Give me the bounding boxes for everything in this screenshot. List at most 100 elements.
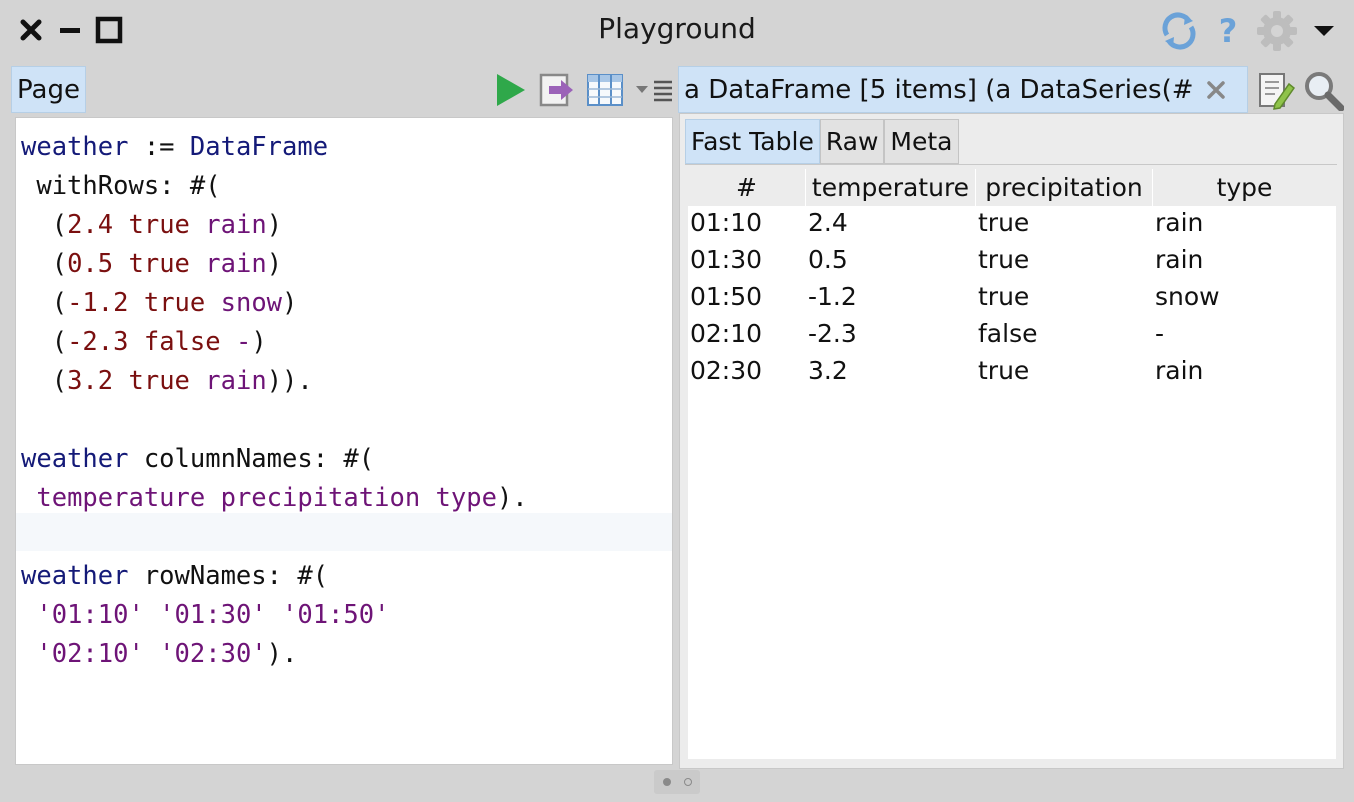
pager-dot-1[interactable] xyxy=(663,778,671,786)
playground-toolbar: Page xyxy=(11,66,675,113)
inspector-view-tabs: Fast Table Raw Meta xyxy=(685,119,959,164)
data-table[interactable]: # temperature precipitation type 01:10 2… xyxy=(688,169,1336,759)
code-token: true xyxy=(128,210,190,240)
code-text[interactable]: weather := DataFrame withRows: #( (2.4 t… xyxy=(21,128,528,674)
cell-row-name: 01:50 xyxy=(690,282,763,311)
cell-temperature: -2.3 xyxy=(808,319,857,348)
cell-type: rain xyxy=(1155,245,1204,274)
code-token: true xyxy=(143,288,206,318)
do-it-and-go-button[interactable] xyxy=(538,70,576,110)
cell-temperature: 3.2 xyxy=(808,356,848,385)
tab-divider xyxy=(685,164,1337,165)
cell-temperature: 2.4 xyxy=(808,208,848,237)
code-token: rain xyxy=(205,249,267,279)
code-token: ( xyxy=(21,249,68,279)
help-button[interactable]: ? xyxy=(1213,10,1243,52)
code-line[interactable]: (-2.3 false -) xyxy=(21,323,528,362)
code-line[interactable]: weather rowNames: #( xyxy=(21,557,528,596)
sync-button[interactable] xyxy=(1157,10,1201,52)
inspect-arrow-icon xyxy=(539,73,573,107)
column-header-type[interactable]: type xyxy=(1153,169,1336,206)
cell-precipitation: true xyxy=(978,245,1030,274)
code-token: rowNames: #( xyxy=(128,561,329,591)
code-token: columnNames: #( xyxy=(128,444,375,474)
code-token: ( xyxy=(21,210,68,240)
code-line[interactable]: (3.2 true rain)). xyxy=(21,362,528,401)
tab-page[interactable]: Page xyxy=(11,66,86,113)
close-inspector-button[interactable] xyxy=(1203,75,1229,105)
edit-button[interactable] xyxy=(1256,68,1296,112)
sync-icon xyxy=(1162,12,1196,50)
run-button[interactable] xyxy=(493,70,529,110)
inspector-title: a DataFrame [5 items] (a DataSeries(#te.… xyxy=(684,75,1194,105)
window-menu-button[interactable] xyxy=(1308,10,1340,52)
code-line[interactable]: temperature precipitation type). xyxy=(21,479,527,518)
code-line[interactable] xyxy=(21,518,528,557)
bindings-table-icon xyxy=(587,74,623,106)
code-line[interactable]: weather columnNames: #( xyxy=(21,440,528,479)
cell-row-name: 01:10 xyxy=(690,208,763,237)
table-row[interactable]: 01:50 -1.2 true snow xyxy=(688,280,1336,317)
pane-pager xyxy=(654,770,700,794)
code-token: rain xyxy=(205,210,267,240)
table-row[interactable]: 02:30 3.2 true rain xyxy=(688,354,1336,391)
code-line[interactable]: weather := DataFrame xyxy=(21,128,528,167)
cell-row-name: 02:30 xyxy=(690,356,763,385)
code-line[interactable]: (2.4 true rain) xyxy=(21,206,528,245)
column-header-temperature[interactable]: temperature xyxy=(806,169,976,206)
code-line[interactable]: withRows: #( xyxy=(21,167,528,206)
code-line[interactable]: '01:10' '01:30' '01:50' xyxy=(21,596,528,635)
code-token: true xyxy=(128,366,190,396)
cell-precipitation: false xyxy=(978,319,1038,348)
tab-fast-table[interactable]: Fast Table xyxy=(685,119,820,164)
table-row[interactable]: 01:10 2.4 true rain xyxy=(688,206,1336,243)
page-menu-button[interactable] xyxy=(631,70,675,110)
code-token: true xyxy=(128,249,190,279)
table-header: # temperature precipitation type xyxy=(688,169,1336,206)
code-token: ) xyxy=(266,210,283,240)
code-line[interactable]: '02:10' '02:30'). xyxy=(21,635,528,674)
help-icon: ? xyxy=(1218,12,1238,50)
code-token: weather xyxy=(21,444,129,474)
inspector-header-tab[interactable]: a DataFrame [5 items] (a DataSeries(#te.… xyxy=(678,66,1248,113)
code-token: ) xyxy=(266,249,283,279)
close-icon xyxy=(1207,81,1225,99)
column-header-index[interactable]: # xyxy=(688,169,806,206)
tab-raw[interactable]: Raw xyxy=(819,119,885,164)
cell-row-name: 01:30 xyxy=(690,245,763,274)
table-row[interactable]: 01:30 0.5 true rain xyxy=(688,243,1336,280)
code-token: withRows: #( xyxy=(21,171,221,201)
cell-precipitation: true xyxy=(978,356,1030,385)
pager-dot-2[interactable] xyxy=(684,778,692,786)
code-line[interactable]: (-1.2 true snow) xyxy=(21,284,528,323)
code-token: false xyxy=(143,327,221,357)
cell-temperature: -1.2 xyxy=(808,282,857,311)
code-token: - xyxy=(235,327,252,357)
settings-button[interactable] xyxy=(1254,10,1300,52)
cell-type: - xyxy=(1155,319,1165,348)
cell-row-name: 02:10 xyxy=(690,319,763,348)
search-button[interactable] xyxy=(1300,68,1346,112)
code-line[interactable]: (0.5 true rain) xyxy=(21,245,528,284)
code-token: rain xyxy=(205,366,267,396)
code-line[interactable] xyxy=(21,401,528,440)
table-row[interactable]: 02:10 -2.3 false - xyxy=(688,317,1336,354)
cell-type: snow xyxy=(1155,282,1220,311)
gear-icon xyxy=(1257,11,1297,51)
bindings-button[interactable] xyxy=(585,70,625,110)
code-token: ) xyxy=(282,288,298,318)
column-header-precipitation[interactable]: precipitation xyxy=(976,169,1153,206)
code-editor[interactable]: weather := DataFrame withRows: #( (2.4 t… xyxy=(15,117,673,765)
search-icon xyxy=(1305,72,1344,111)
tab-meta[interactable]: Meta xyxy=(884,119,959,164)
